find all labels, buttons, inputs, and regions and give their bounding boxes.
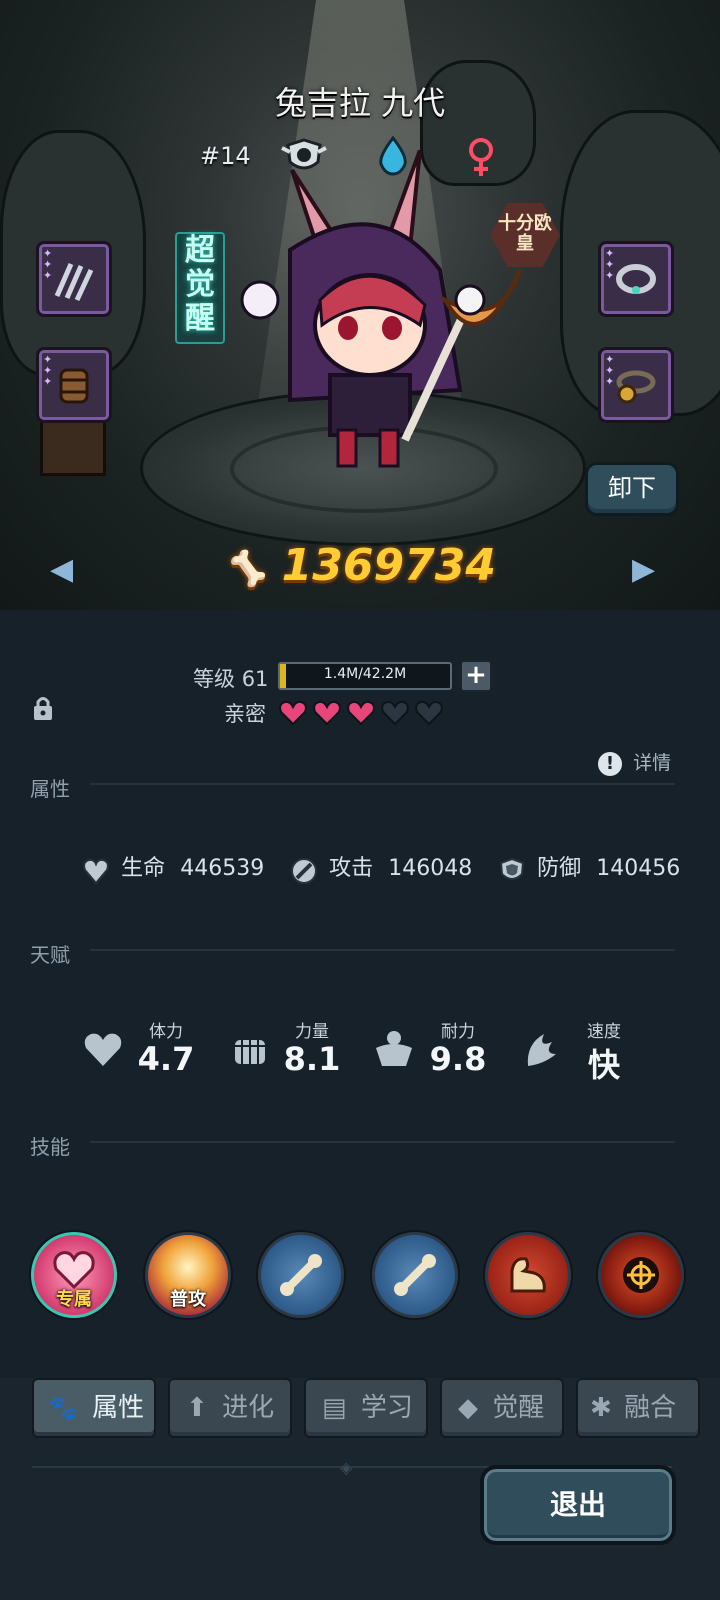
bell-collar-icon [616, 370, 656, 404]
talent-label: 力量 [295, 1022, 329, 1042]
intimacy-hearts [278, 700, 448, 730]
heart-icon [84, 1033, 122, 1066]
details-label: 详情 [633, 752, 672, 774]
section-talent: 天赋 [30, 943, 70, 967]
section-attributes: 属性 [30, 777, 70, 801]
talent-label: 耐力 [441, 1022, 475, 1042]
level-value: 61 [241, 667, 269, 691]
arrow-up-icon: ⬆ [186, 1393, 208, 1423]
combat-power: 🦴 1369734 [0, 540, 720, 591]
talent-value: 快 [587, 1046, 620, 1084]
section-skills: 技能 [30, 1135, 70, 1159]
tab-label: 学习 [360, 1393, 413, 1423]
add-exp-button[interactable]: + [460, 660, 492, 692]
hp-icon [83, 858, 109, 885]
character-scene: 兔吉拉 九代 #14 超觉醒 十分欧皇 ✦ ✦ ✦ ✦ ✦ ✦ ✦ ✦ ✦ ✦ ✦ ✦ 卸下 ◀… [0, 0, 720, 610]
heart-empty-icon [415, 700, 443, 726]
section-divider [90, 783, 675, 785]
stat-value: 146048 [388, 856, 473, 881]
skill-flex-arm[interactable] [485, 1232, 571, 1318]
attack-icon [291, 857, 317, 884]
tab-attributes[interactable]: 🐾 属性 [32, 1378, 156, 1438]
talent-label: 体力 [149, 1022, 183, 1042]
heart-filled-icon [279, 700, 307, 726]
exclusive-heart-icon [53, 1251, 95, 1289]
exp-bar: 1.4M/42.2M [278, 662, 452, 690]
skill-bone-hammer[interactable] [372, 1232, 458, 1318]
exit-button[interactable]: 退出 [480, 1465, 676, 1545]
power-bone-icon: 🦴 [224, 549, 267, 589]
character-sprite[interactable] [230, 150, 530, 480]
tab-label: 进化 [222, 1393, 275, 1423]
divider-ornament-icon: ◈ [340, 1458, 353, 1477]
stat-value: 446539 [180, 856, 265, 881]
equip-slot-collar[interactable]: ✦ ✦ ✦ [598, 241, 674, 317]
tab-fusion[interactable]: ✱ 融合 [576, 1378, 700, 1438]
stat-label: 防御 [537, 856, 582, 881]
stats-row: 生命 446539 攻击 146048 防御 140456 [82, 850, 702, 886]
level-display: 等级 61 [193, 663, 268, 693]
wolf-icon: ◆ [458, 1393, 478, 1423]
info-icon: ! [598, 752, 622, 776]
stat-defense: 防御 140456 [498, 850, 680, 885]
tab-evolve[interactable]: ⬆ 进化 [168, 1378, 292, 1438]
section-divider [90, 949, 675, 951]
super-awaken-badge: 超觉醒 [175, 232, 225, 344]
intimacy-label: 亲密 [224, 702, 266, 726]
target-icon [623, 1257, 659, 1293]
paw-icon: 🐾 [48, 1394, 78, 1422]
water-element-icon [379, 136, 407, 176]
claw-icon [54, 262, 94, 302]
talent-label: 速度 [587, 1022, 621, 1042]
stat-label: 生命 [121, 856, 166, 881]
equip-slot-claw[interactable]: ✦ ✦ ✦ [36, 241, 112, 317]
female-gender-icon [469, 138, 493, 176]
skill-caption: 专属 [56, 1289, 92, 1310]
power-value: 1369734 [281, 540, 496, 591]
lock-icon[interactable] [32, 695, 54, 723]
skill-normal-attack[interactable]: 普攻 [145, 1232, 231, 1318]
tab-label: 觉醒 [492, 1393, 545, 1423]
equip-slot-bell[interactable]: ✦ ✦ ✦ [598, 347, 674, 423]
details-button[interactable]: ! 详情 [598, 748, 671, 776]
talent-value: 9.8 [429, 1040, 487, 1078]
fist-icon [235, 1040, 265, 1064]
shield-rank-icon [281, 138, 327, 170]
exp-text: 1.4M/42.2M [323, 666, 407, 682]
talent-value: 4.7 [137, 1040, 195, 1078]
tab-label: 属性 [92, 1393, 145, 1423]
flex-arm-icon [510, 1257, 546, 1293]
tab-awaken[interactable]: ◆ 觉醒 [440, 1378, 564, 1438]
level-label: 等级 [193, 667, 235, 691]
equip-slot-armor[interactable]: ✦ ✦ ✦ [36, 347, 112, 423]
wing-icon [527, 1034, 556, 1066]
defense-icon [499, 857, 525, 880]
stat-label: 攻击 [329, 856, 374, 881]
tab-learn[interactable]: ▤ 学习 [304, 1378, 428, 1438]
section-divider [90, 1141, 675, 1143]
book-icon: ▤ [322, 1393, 347, 1423]
bone-hammer-icon [280, 1254, 322, 1296]
skill-bone-hammer[interactable] [258, 1232, 344, 1318]
stat-attack: 攻击 146048 [290, 850, 472, 885]
heart-filled-icon [313, 700, 341, 726]
tab-label: 融合 [624, 1393, 677, 1423]
character-name: 兔吉拉 九代 [274, 84, 446, 122]
barrel-armor-icon [59, 368, 89, 404]
stat-hp: 生命 446539 [82, 850, 264, 885]
bone-hammer-icon [394, 1254, 436, 1296]
talent-value: 8.1 [283, 1040, 341, 1078]
unequip-button[interactable]: 卸下 [585, 462, 679, 516]
skill-exclusive[interactable]: 专属 [31, 1232, 117, 1318]
heart-empty-icon [381, 700, 409, 726]
skill-target[interactable] [598, 1232, 684, 1318]
skill-caption: 普攻 [170, 1289, 206, 1310]
character-number: #14 [200, 142, 251, 170]
torso-icon [376, 1031, 412, 1066]
heart-filled-icon [347, 700, 375, 726]
stat-value: 140456 [596, 856, 681, 881]
collar-icon [616, 264, 656, 294]
fusion-icon: ✱ [590, 1393, 612, 1423]
